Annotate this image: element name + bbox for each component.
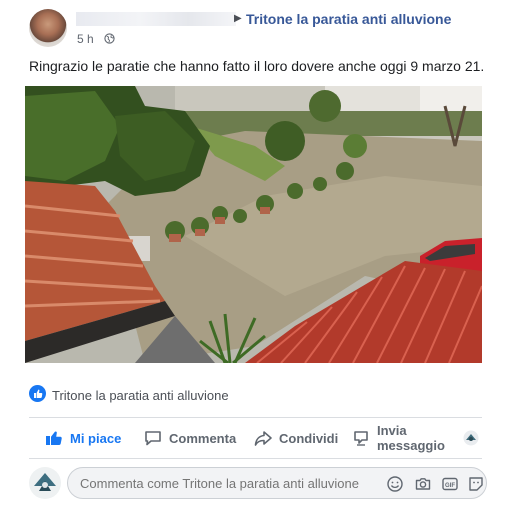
globe-icon [104, 33, 115, 44]
post-text: Ringrazio le paratie che hanno fatto il … [29, 58, 485, 74]
page-credit[interactable]: Tritone la paratia anti alluvione [52, 388, 229, 403]
share-icon [254, 431, 272, 446]
comment-input[interactable] [80, 476, 370, 491]
emoji-icon[interactable] [386, 475, 404, 493]
camera-icon[interactable] [414, 475, 432, 493]
like-label: Mi piace [70, 430, 122, 446]
like-button[interactable]: Mi piace [44, 418, 121, 458]
page-avatar-small[interactable] [463, 430, 479, 446]
comment-icon [145, 431, 161, 446]
arrow-icon: ▶ [234, 13, 242, 24]
svg-text:GIF: GIF [445, 483, 455, 489]
like-badge-icon [29, 385, 46, 402]
comment-composer[interactable]: GIF [67, 467, 487, 499]
poster-name-blurred[interactable] [76, 12, 236, 26]
comment-button[interactable]: Commenta [143, 418, 236, 458]
send-message-button[interactable]: Invia messaggio [351, 418, 445, 458]
poster-avatar[interactable] [29, 9, 67, 47]
divider [29, 458, 482, 459]
flooded-garden-photo [25, 86, 482, 363]
send-message-label-line1: Invia [377, 423, 407, 438]
gif-icon[interactable]: GIF [441, 475, 459, 493]
sticker-icon[interactable] [467, 475, 485, 493]
send-message-label-line2: messaggio [377, 438, 445, 453]
post-timestamp[interactable]: 5 h [77, 32, 94, 46]
share-button[interactable]: Condividi [253, 418, 338, 458]
share-label: Condividi [279, 430, 339, 446]
commenter-avatar[interactable] [29, 467, 61, 499]
like-icon [46, 431, 62, 445]
facebook-post: ▶ Tritone la paratia anti alluvione 5 h … [0, 0, 507, 508]
comment-label: Commenta [169, 430, 237, 446]
shared-page-link[interactable]: Tritone la paratia anti alluvione [246, 11, 451, 27]
post-photo[interactable] [25, 86, 482, 363]
message-icon [354, 431, 368, 446]
